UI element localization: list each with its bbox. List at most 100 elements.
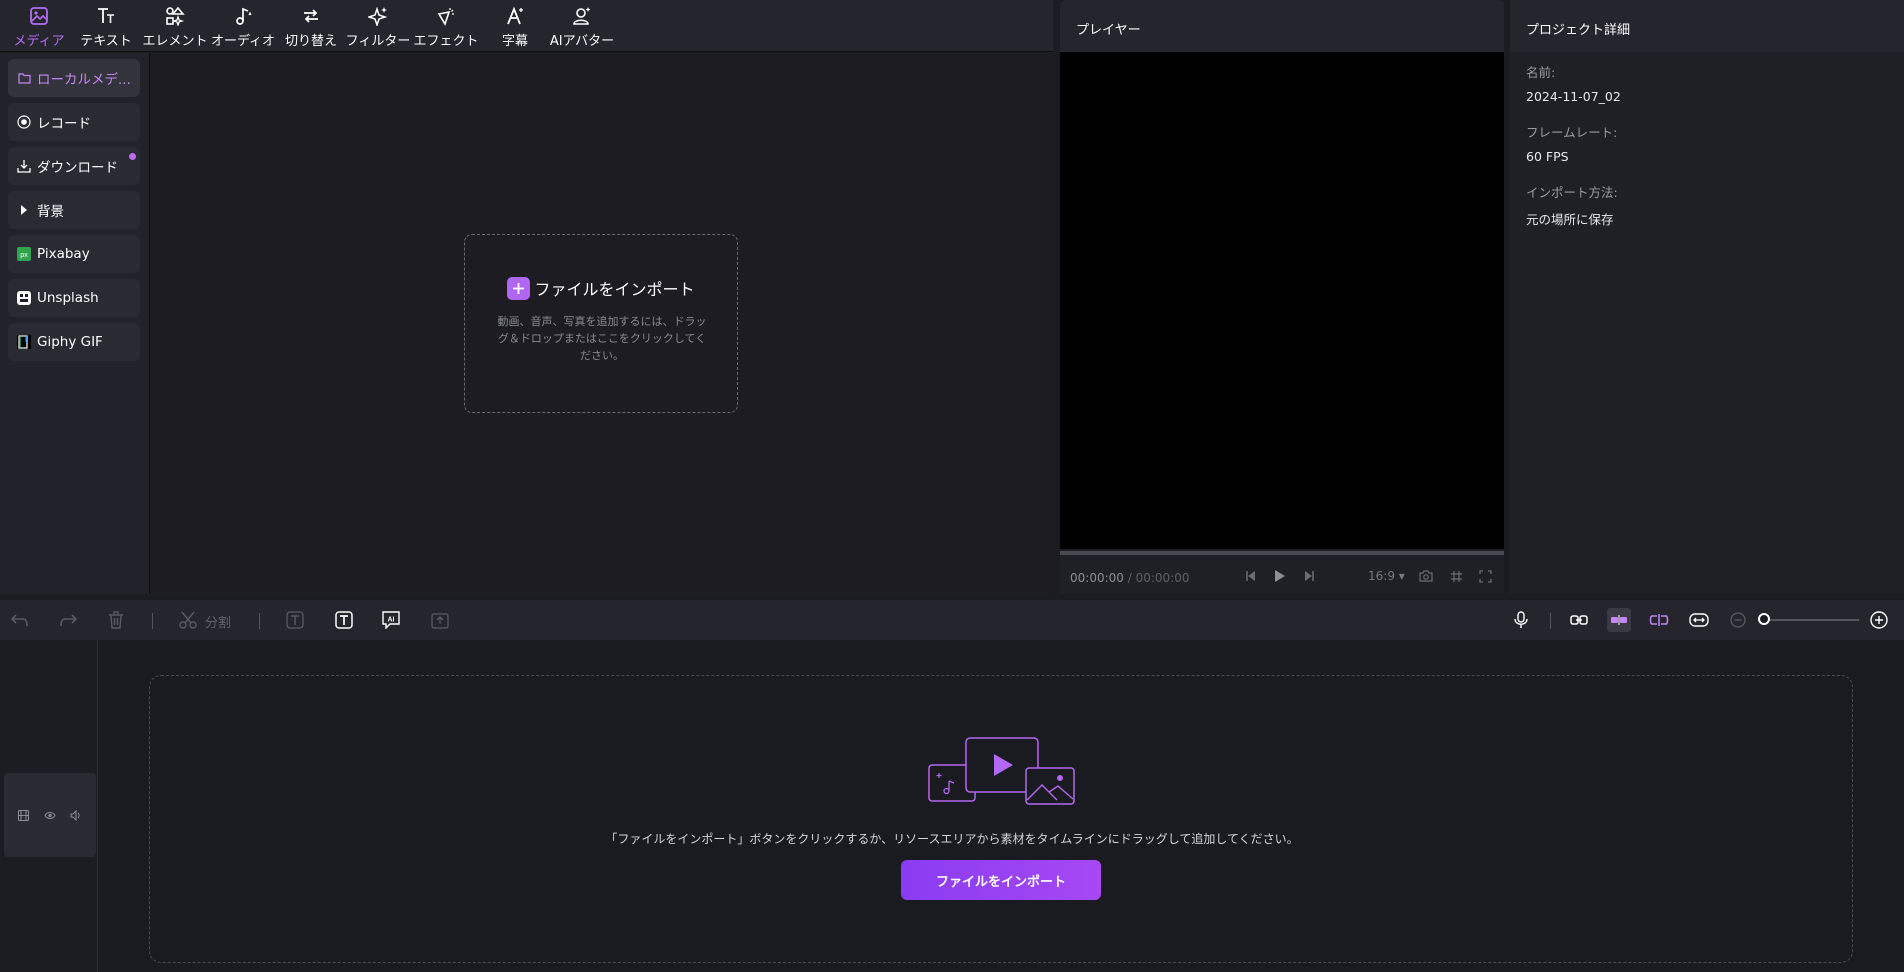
tab-element-label: エレメント (142, 34, 208, 49)
sidebar-item-download[interactable]: ダウンロード (8, 147, 140, 185)
sidebar-item-local-media[interactable]: ローカルメデ... (8, 59, 140, 97)
aspect-ratio-select[interactable]: 16:9 ▾ (1368, 569, 1405, 583)
sidebar-item-label: ダウンロード (37, 160, 118, 176)
chevron-down-icon: ▾ (1398, 569, 1405, 583)
aspect-ratio-value: 16:9 (1368, 569, 1395, 583)
zoom-in-icon[interactable] (1867, 608, 1891, 632)
tab-media-label: メディア (13, 34, 65, 49)
name-label: 名前: (1526, 65, 1556, 80)
sidebar-item-pixabay[interactable]: px Pixabay (8, 235, 140, 273)
media-icon (27, 4, 51, 28)
tab-ai-avatar[interactable]: AIアバター (548, 4, 616, 50)
tab-subtitle-label: 字幕 (501, 34, 528, 49)
zoom-slider-handle[interactable] (1758, 613, 1770, 625)
speaker-icon[interactable] (69, 808, 83, 822)
snapshot-icon[interactable] (1417, 567, 1435, 585)
tab-audio-label: オーディオ (210, 34, 276, 49)
current-time: 00:00:00 (1070, 571, 1124, 585)
audio-icon (231, 4, 255, 28)
tab-text[interactable]: テキスト (79, 4, 133, 50)
text-box-icon[interactable] (283, 608, 307, 632)
delete-icon[interactable] (104, 608, 128, 632)
filter-icon (366, 4, 390, 28)
folder-icon (17, 71, 31, 85)
timeline-hint-text: 「ファイルをインポート」ボタンをクリックするか、リソースエリアから素材をタイムラ… (605, 832, 1299, 846)
link-icon[interactable] (1567, 608, 1591, 632)
media-sidebar: ローカルメデ... レコード ダウンロード 背景 px Pixabay Unsp… (0, 53, 150, 594)
sidebar-item-unsplash[interactable]: Unsplash (8, 279, 140, 317)
caret-right-icon (17, 203, 31, 217)
tab-effect[interactable]: エフェクト (413, 4, 479, 50)
sidebar-item-label: 背景 (37, 204, 64, 220)
redo-icon[interactable] (56, 608, 80, 632)
player-screen[interactable] (1060, 52, 1504, 549)
add-text-icon[interactable] (332, 608, 356, 632)
player-panel: プレイヤー 00:00:00 / 00:00:00 16:9 ▾ (1060, 0, 1504, 594)
player-title: プレイヤー (1060, 0, 1504, 52)
sidebar-item-record[interactable]: レコード (8, 103, 140, 141)
media-toolbar: メディア テキスト エレメント オーディオ 切り替え フィルター エフェクト 字… (0, 0, 1053, 52)
tab-ai-avatar-label: AIアバター (549, 34, 615, 49)
tab-transition-label: 切り替え (284, 34, 337, 49)
sidebar-item-label: Pixabay (37, 246, 90, 262)
giphy-icon (17, 335, 31, 349)
element-icon (163, 4, 187, 28)
svg-text:AI: AI (388, 617, 395, 624)
tab-transition[interactable]: 切り替え (283, 4, 339, 50)
sidebar-item-label: Giphy GIF (37, 334, 103, 350)
magnet-snap-icon[interactable] (1607, 608, 1631, 632)
film-icon[interactable] (16, 808, 30, 822)
tab-filter-label: フィルター (345, 34, 411, 49)
split-track-icon[interactable] (1647, 608, 1671, 632)
import-file-dropzone[interactable]: ファイルをインポート 動画、音声、写真を追加するには、ドラッグ＆ドロップまたはこ… (464, 234, 738, 413)
import-file-button[interactable]: ファイルをインポート (901, 860, 1101, 900)
fit-width-icon[interactable] (1687, 608, 1711, 632)
subtitle-icon (503, 4, 527, 28)
toolbar-divider (259, 613, 260, 629)
tab-media[interactable]: メディア (12, 4, 66, 50)
tab-element[interactable]: エレメント (142, 4, 208, 50)
undo-icon[interactable] (8, 608, 32, 632)
notification-dot (129, 153, 136, 160)
player-progress-bar[interactable] (1060, 551, 1504, 555)
timeline-dropzone[interactable] (149, 675, 1853, 963)
sidebar-item-label: レコード (37, 116, 91, 132)
ai-text-icon[interactable]: AI (379, 608, 403, 632)
eye-icon[interactable] (43, 808, 57, 822)
split-label[interactable]: 分割 (205, 612, 231, 631)
tab-audio[interactable]: オーディオ (210, 4, 276, 50)
toolbar-divider (152, 613, 153, 629)
pixabay-icon: px (17, 247, 31, 261)
import-file-label: ファイルをインポート (534, 280, 695, 299)
previous-frame-icon[interactable] (1242, 567, 1260, 585)
plus-icon (507, 276, 531, 300)
export-icon[interactable] (428, 608, 452, 632)
import-file-title[interactable]: ファイルをインポート (465, 276, 737, 300)
import-method-label: インポート方法: (1526, 185, 1618, 200)
text-icon (94, 4, 118, 28)
total-time: 00:00:00 (1135, 571, 1190, 585)
svg-text:px: px (20, 252, 28, 259)
next-frame-icon[interactable] (1300, 567, 1318, 585)
microphone-icon[interactable] (1509, 608, 1533, 632)
tab-filter[interactable]: フィルター (345, 4, 411, 50)
unsplash-icon (17, 291, 31, 305)
import-method-value: 元の場所に保存 (1526, 212, 1614, 227)
import-file-description: 動画、音声、写真を追加するには、ドラッグ＆ドロップまたはここをクリックしてくださ… (497, 315, 707, 362)
transition-icon (299, 4, 323, 28)
sidebar-item-background[interactable]: 背景 (8, 191, 140, 229)
play-icon[interactable] (1271, 567, 1289, 585)
sidebar-item-label: ローカルメデ... (37, 72, 131, 88)
sidebar-item-giphy[interactable]: Giphy GIF (8, 323, 140, 361)
project-details-panel: プロジェクト詳細 名前: 2024-11-07_02 フレームレート: 60 F… (1510, 0, 1904, 594)
tab-subtitle[interactable]: 字幕 (498, 4, 532, 50)
tab-text-label: テキスト (80, 34, 132, 49)
grid-icon[interactable] (1447, 567, 1465, 585)
fullscreen-icon[interactable] (1476, 567, 1494, 585)
zoom-out-icon[interactable] (1726, 608, 1750, 632)
tab-effect-label: エフェクト (413, 34, 479, 49)
media-illustration (927, 737, 1077, 807)
framerate-label: フレームレート: (1526, 125, 1618, 140)
zoom-slider-track[interactable] (1764, 619, 1859, 621)
split-icon[interactable] (176, 608, 200, 632)
